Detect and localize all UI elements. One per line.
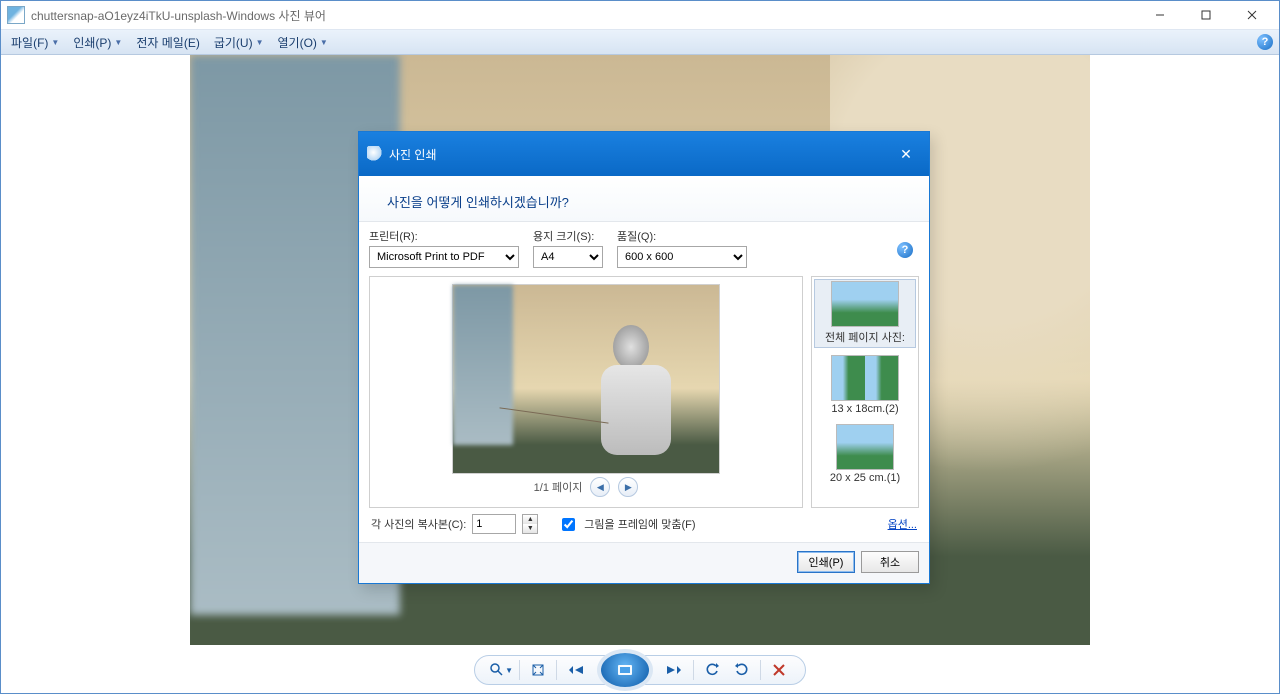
paper-label: 용지 크기(S): xyxy=(533,228,603,244)
fit-frame-checkbox[interactable] xyxy=(562,518,575,531)
menu-open[interactable]: 열기(O)▼ xyxy=(272,32,334,53)
dialog-titlebar: 사진 인쇄 ✕ xyxy=(359,132,929,176)
layout-13x18[interactable]: 13 x 18cm.(2) xyxy=(814,354,916,417)
print-dialog: 사진 인쇄 ✕ 사진을 어떻게 인쇄하시겠습니까? 프린터(R): Micros… xyxy=(358,131,930,584)
copies-spinner[interactable]: ▲▼ xyxy=(522,514,538,534)
menu-print[interactable]: 인쇄(P)▼ xyxy=(67,32,128,53)
menubar: 파일(F)▼ 인쇄(P)▼ 전자 메일(E) 굽기(U)▼ 열기(O)▼ ? xyxy=(1,30,1279,55)
dialog-subtitle: 사진을 어떻게 인쇄하시겠습니까? xyxy=(359,176,929,222)
zoom-button[interactable]: ▼ xyxy=(489,658,513,682)
printer-label: 프린터(R): xyxy=(369,228,519,244)
help-icon[interactable]: ? xyxy=(1257,34,1273,50)
pager-prev-button[interactable]: ◀ xyxy=(590,477,610,497)
menu-file[interactable]: 파일(F)▼ xyxy=(5,32,65,53)
dialog-title: 사진 인쇄 xyxy=(389,146,437,163)
copies-input[interactable] xyxy=(472,514,516,534)
pager-text: 1/1 페이지 xyxy=(534,479,583,495)
preview-panel: 1/1 페이지 ◀ ▶ xyxy=(369,276,803,508)
paper-size-select[interactable]: A4 xyxy=(533,246,603,268)
next-button[interactable] xyxy=(657,658,687,682)
options-link[interactable]: 옵션... xyxy=(888,516,917,532)
printer-icon xyxy=(367,146,383,162)
rotate-ccw-button[interactable] xyxy=(700,658,724,682)
app-icon xyxy=(7,6,25,24)
fit-frame-label: 그림을 프레임에 맞춤(F) xyxy=(584,516,695,532)
layout-20x25[interactable]: 20 x 25 cm.(1) xyxy=(814,423,916,486)
print-button[interactable]: 인쇄(P) xyxy=(797,551,855,573)
layout-panel[interactable]: 전체 페이지 사진: 13 x 18cm.(2) 20 x 25 cm.(1) xyxy=(811,276,919,508)
window-title: chuttersnap-aO1eyz4iTkU-unsplash-Windows… xyxy=(31,7,1137,24)
minimize-button[interactable] xyxy=(1137,1,1183,29)
quality-select[interactable]: 600 x 600 xyxy=(617,246,747,268)
quality-label: 품질(Q): xyxy=(617,228,747,244)
pager-next-button[interactable]: ▶ xyxy=(618,477,638,497)
preview-thumbnail xyxy=(453,285,719,473)
menu-email[interactable]: 전자 메일(E) xyxy=(130,32,206,53)
dialog-close-button[interactable]: ✕ xyxy=(891,142,921,166)
fit-button[interactable] xyxy=(526,658,550,682)
maximize-button[interactable] xyxy=(1183,1,1229,29)
layout-full-page[interactable]: 전체 페이지 사진: xyxy=(814,279,916,348)
delete-button[interactable] xyxy=(767,658,791,682)
rotate-cw-button[interactable] xyxy=(730,658,754,682)
titlebar: chuttersnap-aO1eyz4iTkU-unsplash-Windows… xyxy=(1,1,1279,30)
menu-burn[interactable]: 굽기(U)▼ xyxy=(208,32,270,53)
cancel-button[interactable]: 취소 xyxy=(861,551,919,573)
dialog-help-icon[interactable]: ? xyxy=(897,242,913,258)
prev-button[interactable] xyxy=(563,658,593,682)
printer-select[interactable]: Microsoft Print to PDF xyxy=(369,246,519,268)
copies-label: 각 사진의 복사본(C): xyxy=(371,516,466,532)
slideshow-button[interactable] xyxy=(601,653,649,687)
close-button[interactable] xyxy=(1229,1,1275,29)
viewer-controls: ▼ xyxy=(1,655,1279,685)
